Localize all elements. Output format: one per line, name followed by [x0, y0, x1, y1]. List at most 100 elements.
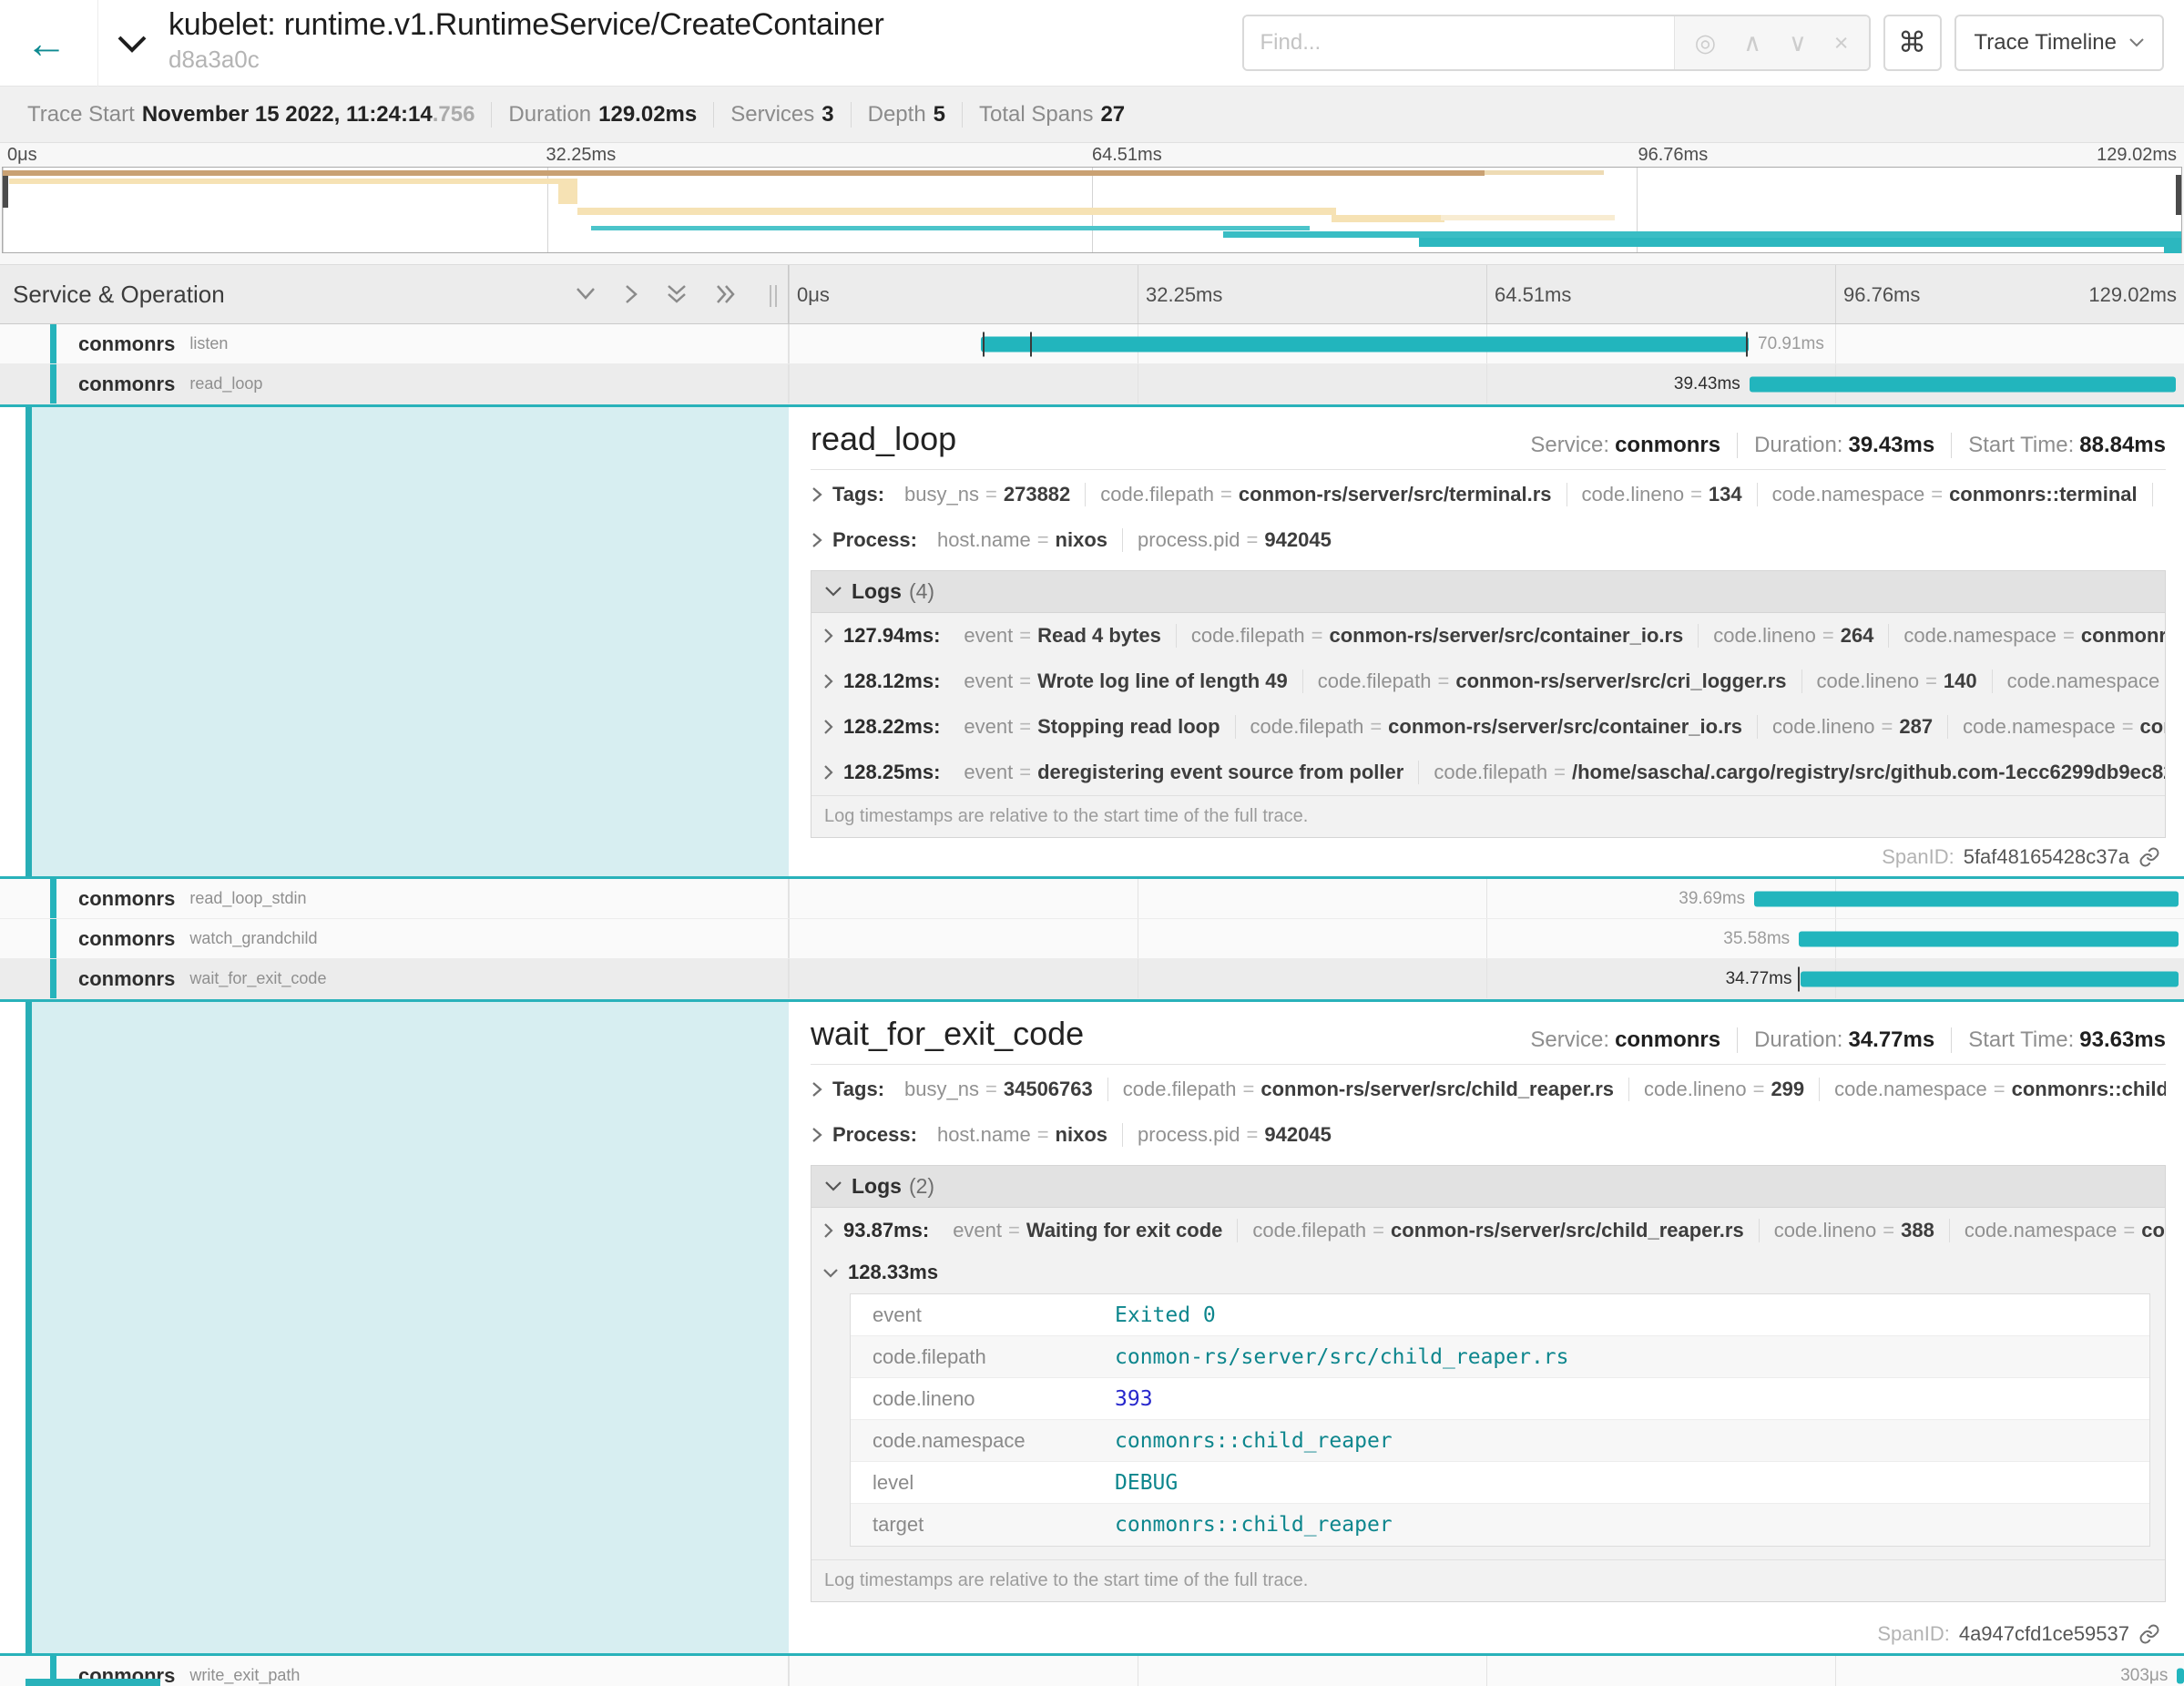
service-name: conmonrs — [78, 887, 175, 911]
find-prev-icon[interactable]: ∧ — [1743, 29, 1761, 57]
header-divider — [97, 0, 98, 87]
logs-header[interactable]: Logs (2) — [811, 1166, 2165, 1208]
key-value-field: code.namespace=conmonrs::child_reap… — [1819, 1078, 2166, 1101]
span-duration-bar[interactable] — [2177, 1668, 2184, 1683]
logs-note: Log timestamps are relative to the start… — [811, 1559, 2165, 1601]
log-entry[interactable]: 128.25ms: event=deregistering event sour… — [811, 750, 2165, 795]
log-entry-expanded[interactable]: 128.33ms — [811, 1253, 2165, 1292]
span-id-value: 4a947cfd1ce59537 — [1959, 1622, 2129, 1646]
span-color-bar — [50, 879, 56, 918]
copy-link-icon[interactable] — [2138, 846, 2160, 868]
span-duration-bar[interactable] — [1754, 891, 2179, 906]
view-selector-label: Trace Timeline — [1975, 30, 2118, 56]
minimap-tick: 64.51ms — [1092, 145, 1162, 166]
detail-left-column — [26, 1002, 789, 1653]
expand-one-icon[interactable] — [624, 283, 638, 305]
detail-meta: Service:conmonrs Duration:39.43ms Start … — [1530, 433, 2166, 458]
span-duration-bar[interactable] — [981, 336, 1749, 352]
span-color-bar — [50, 324, 56, 363]
column-resize-grip[interactable] — [770, 285, 777, 307]
process-row[interactable]: Process: host.name=nixosprocess.pid=9420… — [811, 1114, 2166, 1156]
log-timestamp: 128.22ms: — [843, 715, 940, 739]
tags-row[interactable]: Tags: busy_ns=273882code.filepath=conmon… — [811, 474, 2166, 516]
log-timestamp: 128.25ms: — [843, 761, 940, 784]
span-duration-label: 70.91ms — [1758, 334, 1824, 354]
key-value-field: process.pid=942045 — [1122, 528, 1346, 552]
log-entry[interactable]: 127.94ms: event=Read 4 bytescode.filepat… — [811, 613, 2165, 659]
key-value-field: code.lineno=140 — [1801, 669, 1992, 693]
span-row-write-exit-path[interactable]: conmonrs write_exit_path 303μs — [0, 1656, 2184, 1686]
back-button[interactable]: ← — [15, 20, 78, 66]
span-row-read-loop[interactable]: conmonrs read_loop 39.43ms — [0, 364, 2184, 404]
span-bar-track[interactable]: 39.43ms — [789, 364, 2184, 404]
collapse-one-icon[interactable] — [575, 287, 597, 301]
key-value-field: busy_ns=34506763 — [890, 1078, 1107, 1101]
minimap-span-segment — [591, 226, 1310, 230]
key-value-field: code.filepath=conmon-rs/server/src/conta… — [1235, 715, 1757, 739]
key-value-field: code.filepath=conmon-rs/server/src/cri_l… — [1302, 669, 1801, 693]
locate-icon[interactable]: ◎ — [1695, 29, 1717, 57]
key-value-field: code.filepath=conmon-rs/server/src/child… — [1107, 1078, 1628, 1101]
minimap-left-handle[interactable] — [3, 171, 8, 208]
find-input[interactable] — [1244, 16, 1674, 69]
span-color-bar — [50, 364, 56, 404]
log-entry[interactable]: 128.12ms: event=Wrote log line of length… — [811, 659, 2165, 704]
logs-header[interactable]: Logs (4) — [811, 571, 2165, 613]
key-value-field: code.lineno=388 — [1759, 1219, 1949, 1242]
logs-section: Logs (4) 127.94ms: event=Read 4 bytescod… — [811, 570, 2166, 838]
span-bar-track[interactable]: 34.77ms — [789, 959, 2184, 998]
ruler-tick: 32.25ms — [1138, 283, 1222, 307]
view-selector-button[interactable]: Trace Timeline — [1954, 15, 2165, 71]
log-event-tick — [1030, 332, 1032, 356]
minimap-span-segment — [1485, 170, 1605, 175]
log-entry[interactable]: 128.22ms: event=Stopping read loopcode.f… — [811, 704, 2165, 750]
chevron-right-icon — [811, 1126, 823, 1144]
log-fields-table: eventExited 0code.filepathconmon-rs/serv… — [850, 1293, 2150, 1547]
copy-link-icon[interactable] — [2138, 1623, 2160, 1645]
log-field-row: code.namespaceconmonrs::child_reaper — [851, 1420, 2149, 1462]
collapse-all-icon[interactable] — [666, 283, 688, 305]
service-name: conmonrs — [78, 927, 175, 951]
minimap-right-handle[interactable] — [2176, 175, 2181, 215]
ruler-tick: 96.76ms — [1835, 283, 1920, 307]
span-duration-bar[interactable] — [1799, 931, 2179, 946]
keyboard-shortcuts-button[interactable]: ⌘ — [1883, 15, 1942, 71]
span-duration-label: 39.43ms — [1674, 374, 1740, 394]
span-bar-track[interactable]: 303μs — [789, 1656, 2184, 1686]
span-row-read-loop-stdin[interactable]: conmonrs read_loop_stdin 39.69ms — [0, 879, 2184, 919]
span-row-listen[interactable]: conmonrs listen 70.91ms — [0, 324, 2184, 364]
trace-minimap: 0μs 32.25ms 64.51ms 96.76ms 129.02ms — [0, 143, 2184, 264]
span-detail-read-loop: read_loop Service:conmonrs Duration:39.4… — [0, 404, 2184, 879]
collapse-trace-chevron-icon[interactable] — [117, 35, 148, 55]
chevron-right-icon — [822, 764, 834, 781]
span-bar-track[interactable]: 35.58ms — [789, 919, 2184, 958]
operation-name: write_exit_path — [189, 1666, 300, 1685]
key-value-field: host.name=nixos — [923, 528, 1122, 552]
span-duration-bar[interactable] — [1750, 376, 2176, 392]
key-value-field: code.namespace=conmonrs::co… — [1888, 624, 2165, 648]
tags-row[interactable]: Tags: busy_ns=34506763code.filepath=conm… — [811, 1068, 2166, 1110]
top-bar: ← kubelet: runtime.v1.RuntimeService/Cre… — [0, 0, 2184, 87]
span-bar-track[interactable]: 70.91ms — [789, 324, 2184, 363]
log-entry[interactable]: 93.87ms: event=Waiting for exit codecode… — [811, 1208, 2165, 1253]
key-value-field: code.namespace=co… — [1992, 669, 2165, 693]
chevron-down-icon — [2129, 38, 2144, 47]
jaeger-trace-timeline-page: ← kubelet: runtime.v1.RuntimeService/Cre… — [0, 0, 2184, 1686]
span-duration-bar[interactable] — [1801, 971, 2178, 986]
process-row[interactable]: Process: host.name=nixosprocess.pid=9420… — [811, 519, 2166, 561]
key-value-field: event=Read 4 bytes — [949, 624, 1175, 648]
find-group: ◎ ∧ ∨ × — [1242, 15, 1871, 71]
span-duration-label: 39.69ms — [1679, 889, 1745, 909]
minimap-canvas[interactable] — [2, 167, 2182, 253]
find-clear-icon[interactable]: × — [1834, 29, 1849, 57]
trace-depth: Depth5 — [851, 102, 962, 128]
find-next-icon[interactable]: ∨ — [1789, 29, 1807, 57]
key-value-field: code.filepath=/home/sascha/.cargo/regist… — [1418, 761, 2165, 784]
span-row-watch-grandchild[interactable]: conmonrs watch_grandchild 35.58ms — [0, 919, 2184, 959]
expand-all-icon[interactable] — [715, 283, 737, 305]
span-row-wait-for-exit-code[interactable]: conmonrs wait_for_exit_code 34.77ms — [0, 959, 2184, 999]
trace-duration: Duration129.02ms — [491, 102, 713, 128]
span-bar-track[interactable]: 39.69ms — [789, 879, 2184, 918]
chevron-right-icon — [811, 1080, 823, 1098]
minimap-span-segment — [3, 170, 1485, 176]
